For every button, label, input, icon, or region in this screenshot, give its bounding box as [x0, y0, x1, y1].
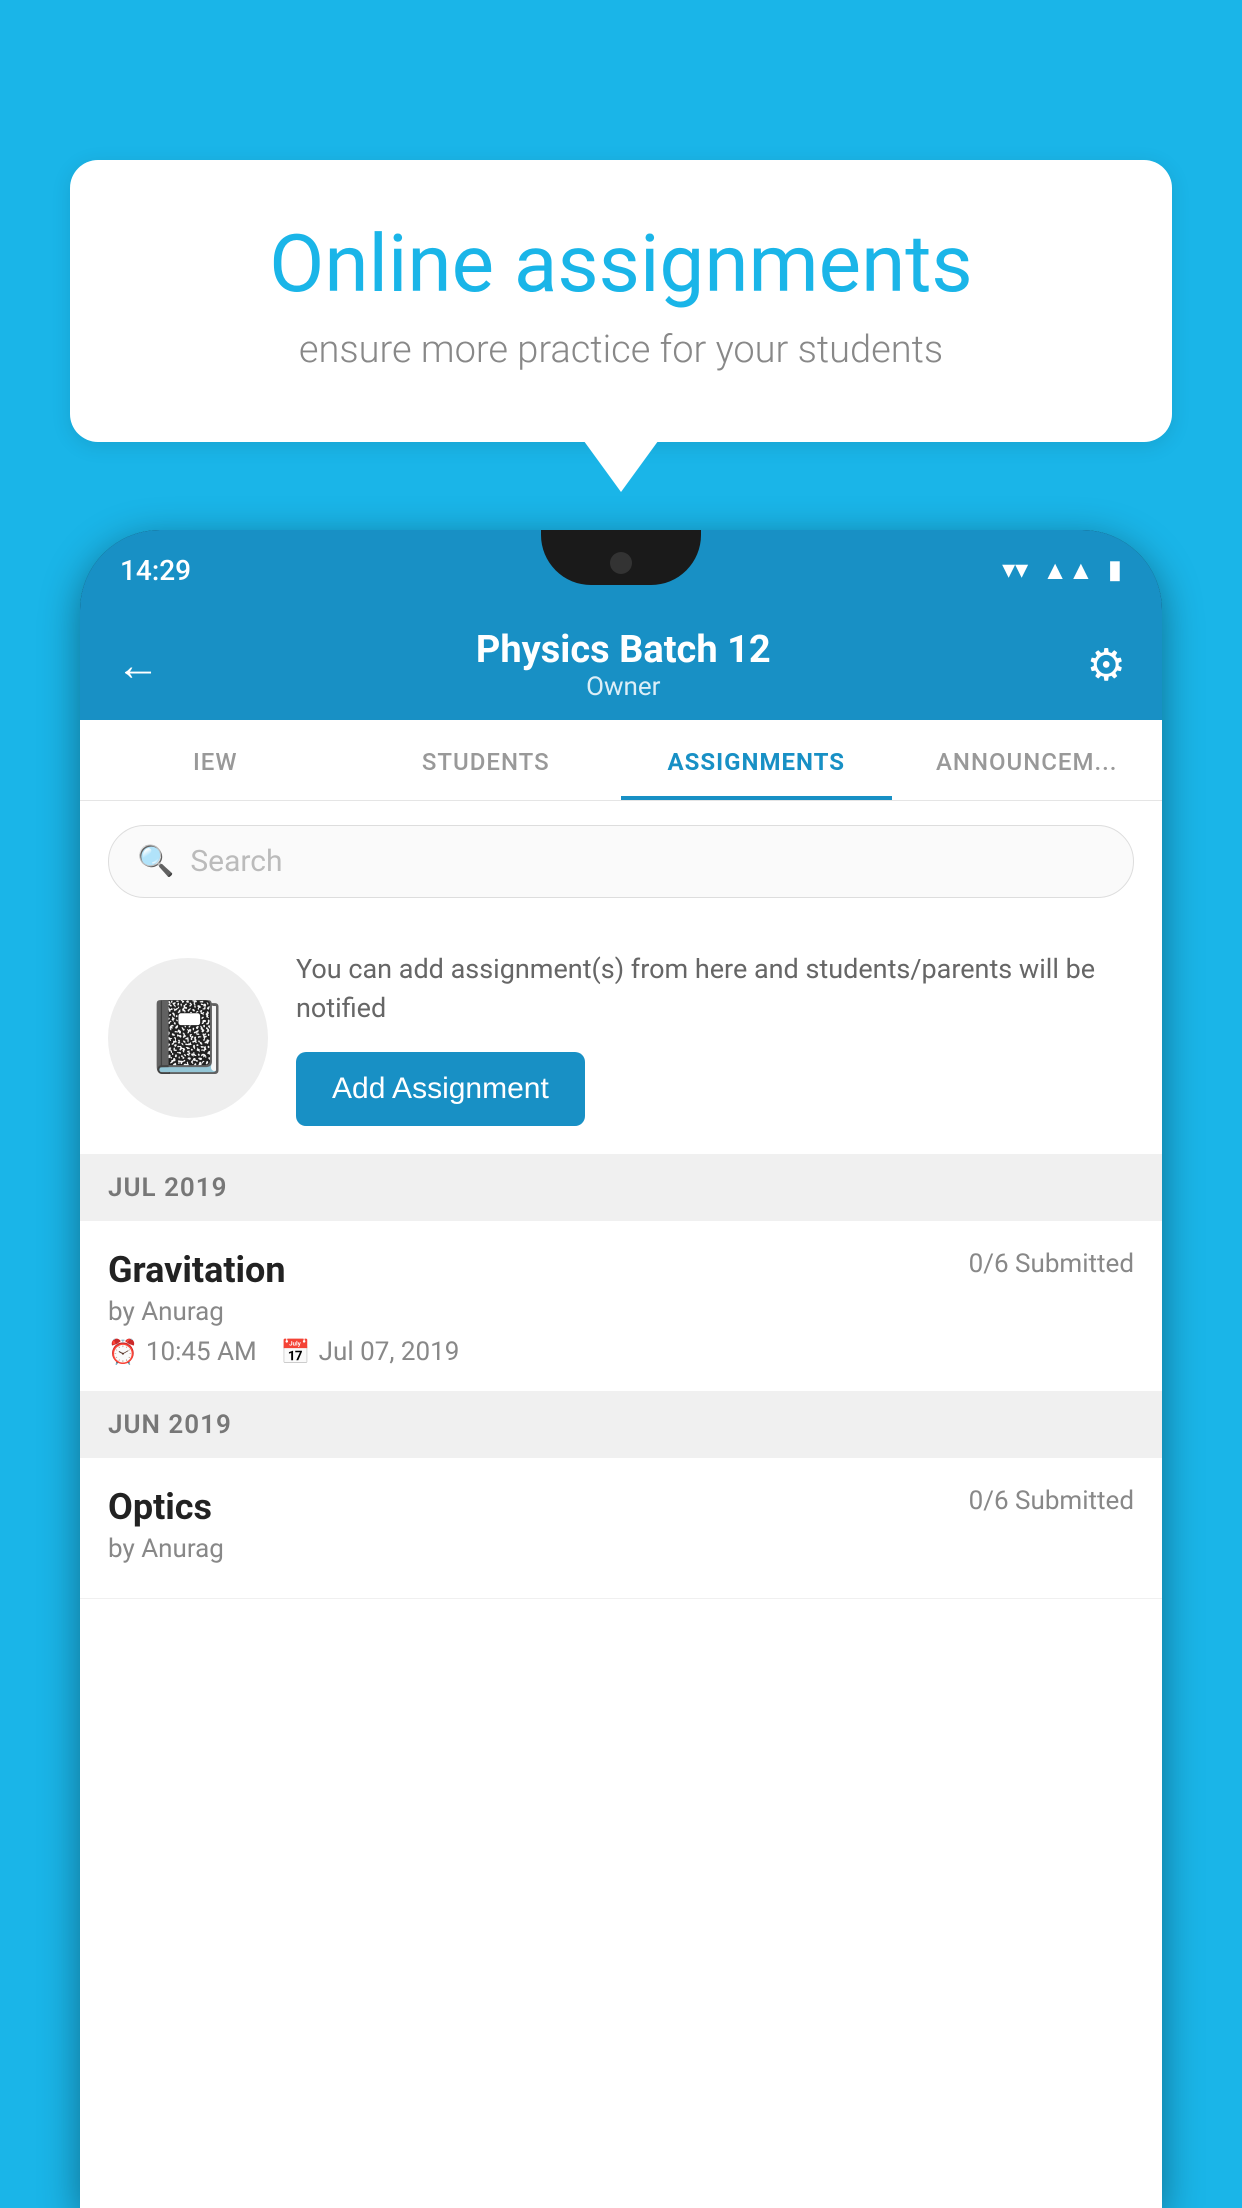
- front-camera: [610, 552, 632, 574]
- notebook-icon: 📓: [144, 997, 231, 1079]
- tab-students[interactable]: STUDENTS: [351, 720, 622, 800]
- settings-icon[interactable]: ⚙: [1087, 639, 1126, 691]
- back-button[interactable]: ←: [116, 639, 160, 691]
- assignment-top-row-optics: Optics 0/6 Submitted: [108, 1486, 1134, 1528]
- wifi-icon: ▾▾: [1002, 555, 1028, 585]
- status-time: 14:29: [120, 554, 191, 587]
- phone-device: 14:29 ▾▾ ▲▲ ▮ ← Physics Batch 12 Owner ⚙…: [80, 530, 1162, 2208]
- promo-text-area: You can add assignment(s) from here and …: [296, 950, 1134, 1126]
- search-box[interactable]: 🔍 Search: [108, 825, 1134, 898]
- assignment-submitted-optics: 0/6 Submitted: [969, 1486, 1134, 1516]
- status-bar: 14:29 ▾▾ ▲▲ ▮: [80, 530, 1162, 610]
- status-icons: ▾▾ ▲▲ ▮: [1002, 555, 1122, 586]
- header-title: Physics Batch 12: [160, 628, 1087, 672]
- promo-section: 📓 You can add assignment(s) from here an…: [80, 922, 1162, 1155]
- promo-icon-circle: 📓: [108, 958, 268, 1118]
- tabs-bar: IEW STUDENTS ASSIGNMENTS ANNOUNCEM...: [80, 720, 1162, 801]
- assignment-time: ⏰ 10:45 AM: [108, 1337, 257, 1367]
- assignment-name-optics: Optics: [108, 1486, 212, 1528]
- assignment-author-optics: by Anurag: [108, 1534, 1134, 1564]
- bubble-subtitle: ensure more practice for your students: [150, 328, 1092, 372]
- assignment-item-optics[interactable]: Optics 0/6 Submitted by Anurag: [80, 1458, 1162, 1599]
- assignment-date-value: Jul 07, 2019: [319, 1337, 460, 1367]
- section-label-jul: JUL 2019: [108, 1173, 228, 1203]
- search-placeholder: Search: [190, 844, 282, 879]
- header-center: Physics Batch 12 Owner: [160, 628, 1087, 702]
- phone-content: IEW STUDENTS ASSIGNMENTS ANNOUNCEM... 🔍 …: [80, 720, 1162, 2208]
- clock-icon: ⏰: [108, 1338, 138, 1366]
- section-header-jun: JUN 2019: [80, 1392, 1162, 1458]
- add-assignment-button[interactable]: Add Assignment: [296, 1052, 585, 1126]
- app-header: ← Physics Batch 12 Owner ⚙: [80, 610, 1162, 720]
- header-subtitle: Owner: [160, 672, 1087, 702]
- search-icon: 🔍: [137, 844, 174, 879]
- promo-description: You can add assignment(s) from here and …: [296, 950, 1134, 1028]
- assignment-meta: ⏰ 10:45 AM 📅 Jul 07, 2019: [108, 1337, 1134, 1367]
- tab-announcements[interactable]: ANNOUNCEM...: [892, 720, 1163, 800]
- assignment-top-row: Gravitation 0/6 Submitted: [108, 1249, 1134, 1291]
- speech-bubble-section: Online assignments ensure more practice …: [70, 160, 1172, 442]
- speech-bubble: Online assignments ensure more practice …: [70, 160, 1172, 442]
- signal-icon: ▲▲: [1042, 555, 1093, 586]
- bubble-title: Online assignments: [150, 220, 1092, 308]
- assignment-date: 📅 Jul 07, 2019: [281, 1337, 460, 1367]
- tab-assignments[interactable]: ASSIGNMENTS: [621, 720, 892, 800]
- assignment-submitted: 0/6 Submitted: [969, 1249, 1134, 1279]
- calendar-icon: 📅: [281, 1338, 311, 1366]
- battery-icon: ▮: [1108, 555, 1122, 585]
- content-area: 🔍 Search 📓 You can add assignment(s) fro…: [80, 801, 1162, 2208]
- assignment-time-value: 10:45 AM: [146, 1337, 257, 1367]
- section-header-jul: JUL 2019: [80, 1155, 1162, 1221]
- assignment-author: by Anurag: [108, 1297, 1134, 1327]
- assignment-name: Gravitation: [108, 1249, 286, 1291]
- tab-iew[interactable]: IEW: [80, 720, 351, 800]
- notch: [541, 530, 701, 585]
- section-label-jun: JUN 2019: [108, 1410, 232, 1440]
- search-container: 🔍 Search: [80, 801, 1162, 922]
- assignment-item-gravitation[interactable]: Gravitation 0/6 Submitted by Anurag ⏰ 10…: [80, 1221, 1162, 1392]
